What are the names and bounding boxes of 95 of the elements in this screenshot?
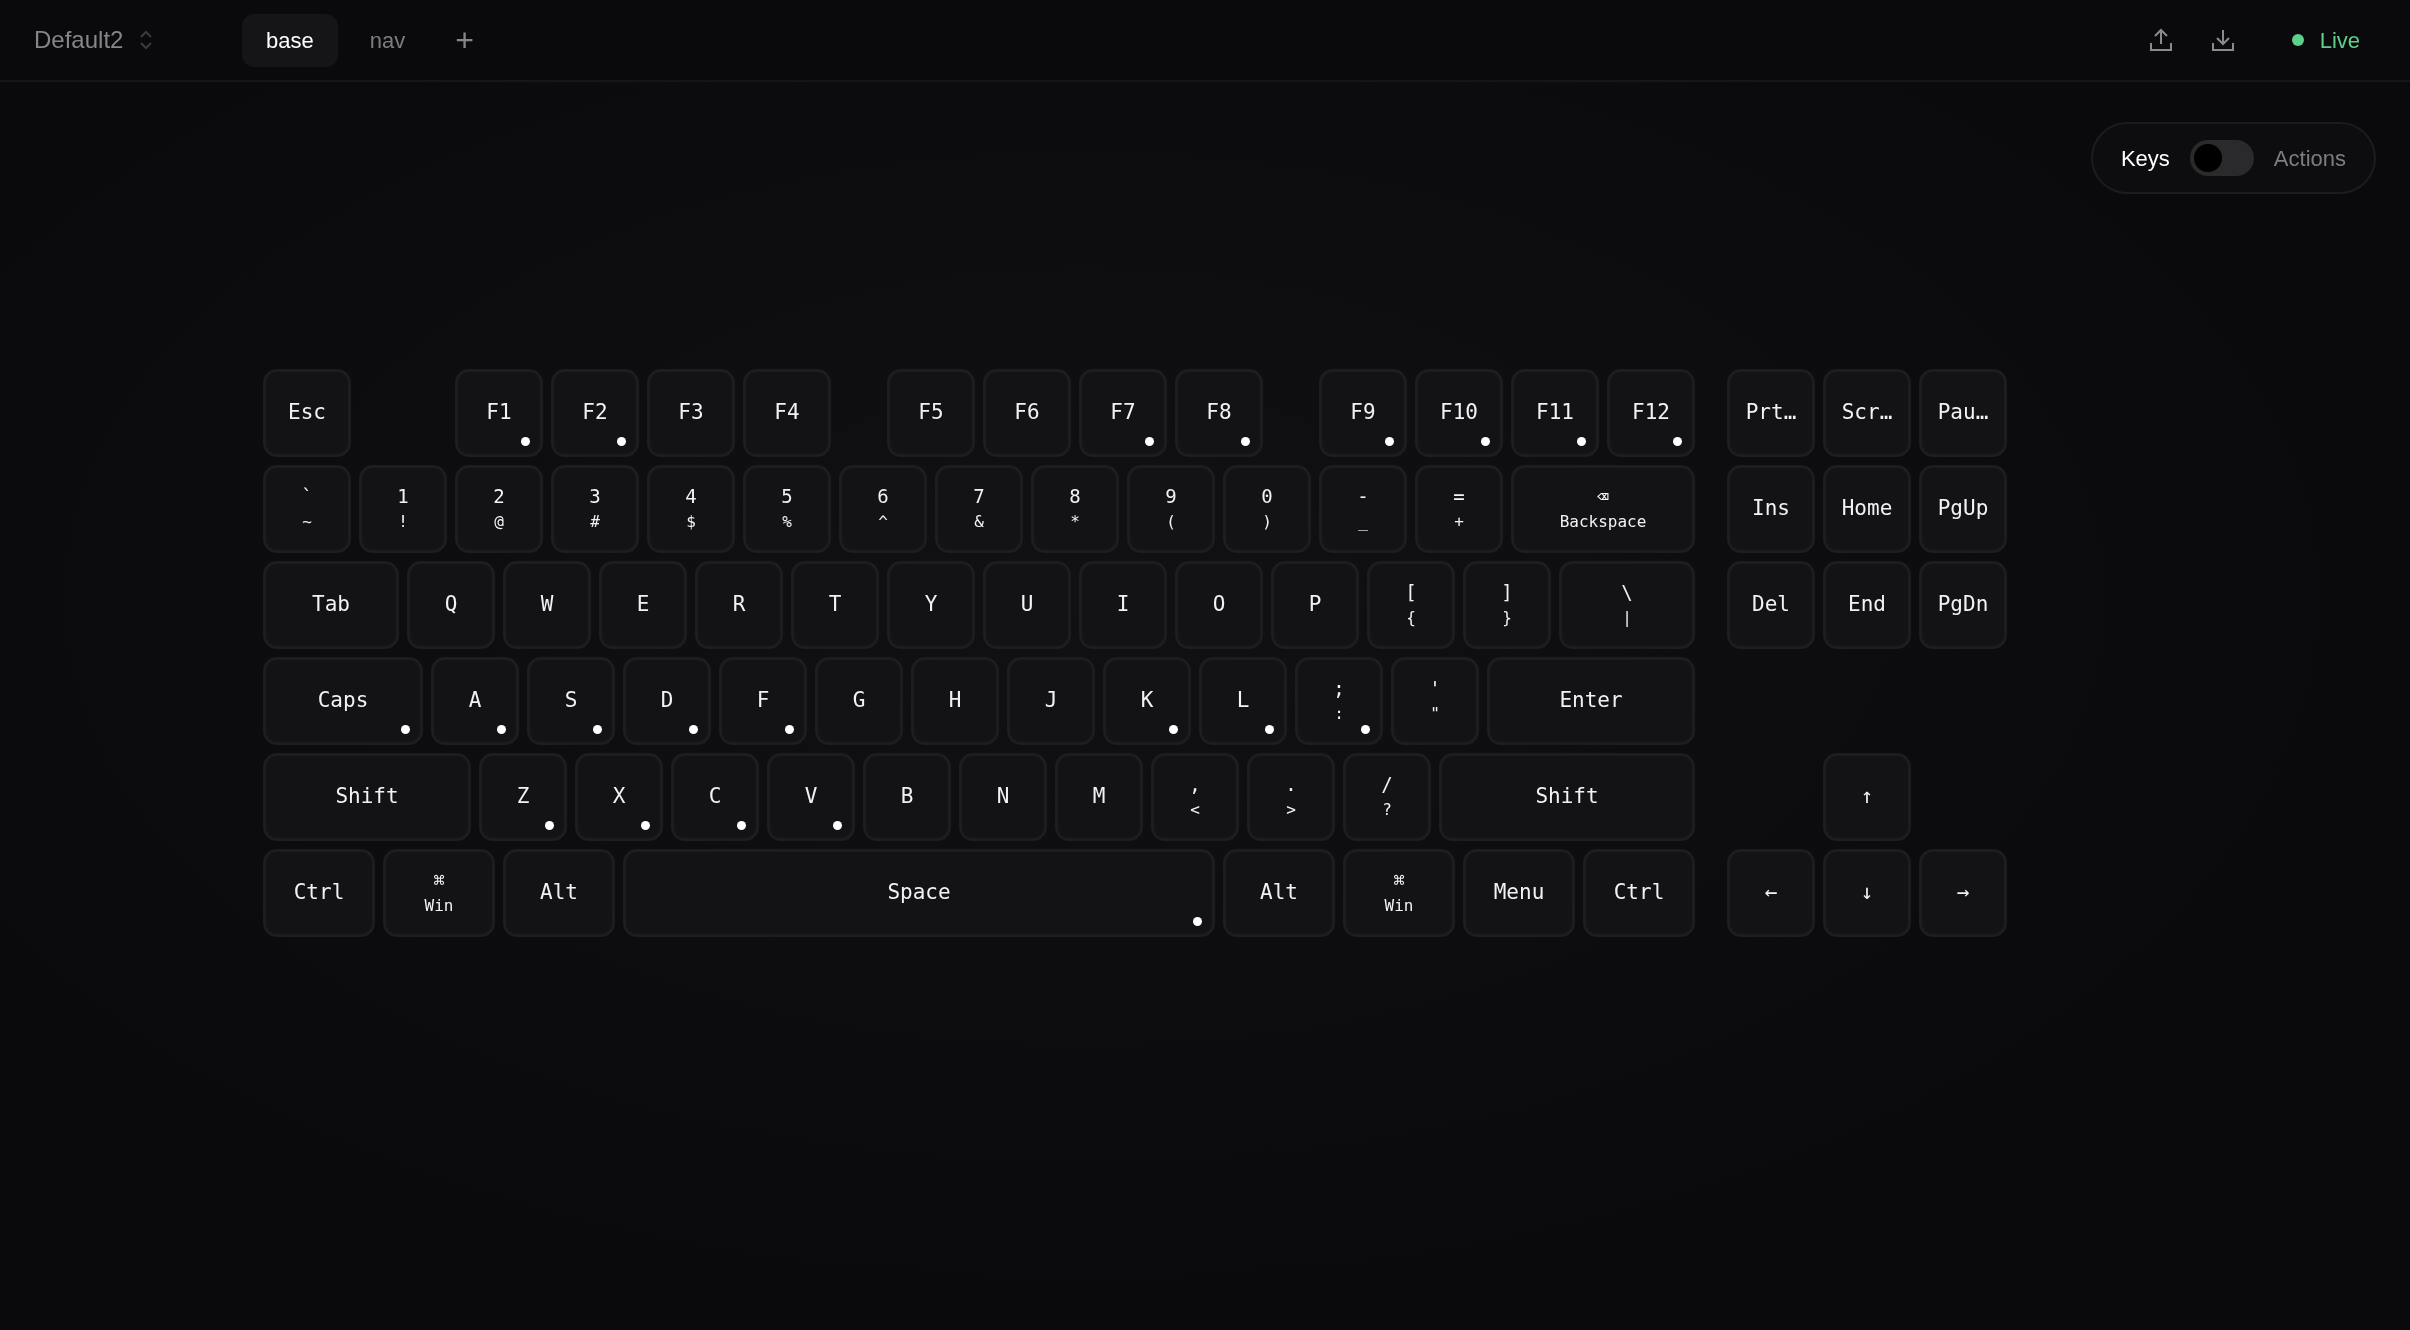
key[interactable]: F10 [1415, 369, 1503, 457]
keys-label: Keys [2120, 144, 2170, 173]
key[interactable]: Pau… [1919, 369, 2007, 457]
key[interactable]: ` ~ [263, 465, 351, 553]
key[interactable]: 9 ( [1127, 465, 1215, 553]
key[interactable]: Del [1727, 561, 1815, 649]
key[interactable]: F2 [551, 369, 639, 457]
actions-label: Actions [2273, 144, 2346, 173]
key[interactable]: Space [623, 849, 1215, 937]
key[interactable]: E [599, 561, 687, 649]
key[interactable]: \ | [1559, 561, 1695, 649]
key[interactable]: ⌫ Backspace [1511, 465, 1695, 553]
key[interactable]: [ { [1367, 561, 1455, 649]
key[interactable]: F9 [1319, 369, 1407, 457]
key[interactable]: I [1079, 561, 1167, 649]
key[interactable]: F3 [647, 369, 735, 457]
key[interactable]: ↓ [1823, 849, 1911, 937]
key[interactable]: ↑ [1823, 753, 1911, 841]
key[interactable]: M [1055, 753, 1143, 841]
key[interactable]: F4 [743, 369, 831, 457]
key[interactable]: X [575, 753, 663, 841]
key[interactable]: / ? [1343, 753, 1431, 841]
key[interactable]: F6 [983, 369, 1071, 457]
key[interactable]: F5 [887, 369, 975, 457]
key[interactable]: 4 $ [647, 465, 735, 553]
mode-switch[interactable] [2189, 140, 2254, 176]
key[interactable]: A [431, 657, 519, 745]
key[interactable]: PgUp [1919, 465, 2007, 553]
key[interactable]: 2 @ [455, 465, 543, 553]
key[interactable]: - _ [1319, 465, 1407, 553]
key[interactable]: Prt… [1727, 369, 1815, 457]
key[interactable]: ; : [1295, 657, 1383, 745]
key[interactable]: V [767, 753, 855, 841]
key[interactable]: Enter [1487, 657, 1695, 745]
key[interactable]: Ctrl [1583, 849, 1695, 937]
key[interactable]: 3 # [551, 465, 639, 553]
key[interactable]: 0 ) [1223, 465, 1311, 553]
key[interactable]: = + [1415, 465, 1503, 553]
key[interactable]: 1 ! [359, 465, 447, 553]
key[interactable]: 5 % [743, 465, 831, 553]
key[interactable]: F [719, 657, 807, 745]
key[interactable]: Caps [263, 657, 423, 745]
key[interactable]: ⌘ Win [383, 849, 495, 937]
key[interactable]: Scr… [1823, 369, 1911, 457]
key[interactable]: Q [407, 561, 495, 649]
key[interactable]: P [1271, 561, 1359, 649]
key[interactable]: C [671, 753, 759, 841]
key[interactable]: O [1175, 561, 1263, 649]
key[interactable]: Home [1823, 465, 1911, 553]
key[interactable]: Alt [503, 849, 615, 937]
key[interactable]: F11 [1511, 369, 1599, 457]
key[interactable]: 6 ^ [839, 465, 927, 553]
key[interactable]: Ins [1727, 465, 1815, 553]
key[interactable]: Menu [1463, 849, 1575, 937]
live-status: Live [2319, 26, 2360, 55]
key[interactable]: B [863, 753, 951, 841]
key[interactable]: . > [1247, 753, 1335, 841]
add-layer-button[interactable]: + [445, 24, 484, 56]
key[interactable]: T [791, 561, 879, 649]
layer-tab[interactable]: base [242, 13, 338, 67]
key[interactable]: Shift [263, 753, 471, 841]
key[interactable]: G [815, 657, 903, 745]
key[interactable]: , < [1151, 753, 1239, 841]
key[interactable]: End [1823, 561, 1911, 649]
key[interactable]: ' " [1391, 657, 1479, 745]
key[interactable]: F7 [1079, 369, 1167, 457]
key[interactable]: Ctrl [263, 849, 375, 937]
key[interactable]: W [503, 561, 591, 649]
key[interactable]: R [695, 561, 783, 649]
key[interactable]: F1 [455, 369, 543, 457]
key[interactable]: J [1007, 657, 1095, 745]
key[interactable]: F12 [1607, 369, 1695, 457]
key[interactable]: ] } [1463, 561, 1551, 649]
key[interactable]: F8 [1175, 369, 1263, 457]
key[interactable]: K [1103, 657, 1191, 745]
key[interactable]: Z [479, 753, 567, 841]
key[interactable]: H [911, 657, 999, 745]
layer-tab[interactable]: nav [345, 13, 430, 67]
key[interactable]: ⌘ Win [1343, 849, 1455, 937]
key[interactable]: PgDn [1919, 561, 2007, 649]
key[interactable]: N [959, 753, 1047, 841]
key[interactable]: Shift [1439, 753, 1695, 841]
key[interactable]: Esc [263, 369, 351, 457]
key[interactable]: D [623, 657, 711, 745]
key[interactable]: 7 & [935, 465, 1023, 553]
key[interactable]: 8 * [1031, 465, 1119, 553]
key[interactable]: L [1199, 657, 1287, 745]
key[interactable]: Alt [1223, 849, 1335, 937]
key[interactable]: U [983, 561, 1071, 649]
key[interactable]: ← [1727, 849, 1815, 937]
key[interactable]: S [527, 657, 615, 745]
key[interactable]: Tab [263, 561, 399, 649]
key[interactable]: → [1919, 849, 2007, 937]
key[interactable]: Y [887, 561, 975, 649]
profile-name[interactable]: Default2 [34, 22, 124, 58]
